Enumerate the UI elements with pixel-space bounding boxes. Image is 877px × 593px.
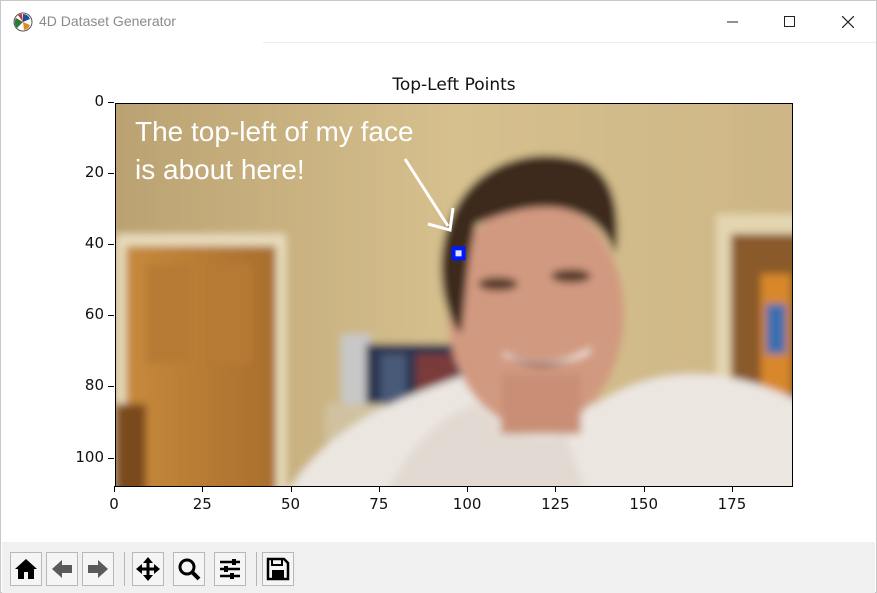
y-tick-mark: [108, 315, 114, 317]
forward-icon: [88, 560, 108, 578]
title-divider: [263, 42, 876, 43]
x-tick-label: 175: [717, 495, 747, 513]
y-tick-label: 100: [75, 447, 104, 466]
forward-button[interactable]: [82, 552, 114, 586]
annotation-arrow-head: [427, 207, 455, 232]
toolbar-separator: [256, 552, 257, 586]
save-icon: [266, 557, 290, 581]
close-button[interactable]: [819, 1, 877, 43]
x-tick-label: 100: [452, 495, 482, 513]
matplotlib-toolbar: [2, 542, 875, 593]
zoom-button[interactable]: [173, 552, 205, 586]
zoom-icon: [178, 558, 201, 581]
x-tick-label: 50: [281, 495, 301, 513]
window-title: 4D Dataset Generator: [39, 13, 176, 29]
save-button[interactable]: [262, 552, 294, 586]
annotation-line-2: is about here!: [135, 154, 305, 185]
y-tick-mark: [108, 173, 114, 175]
x-tick-mark: [378, 486, 380, 492]
home-button[interactable]: [10, 552, 42, 586]
y-tick-mark: [108, 457, 114, 459]
y-tick-label: 20: [84, 163, 104, 182]
x-tick-mark: [643, 486, 645, 492]
x-tick-mark: [114, 486, 115, 492]
pan-icon: [136, 557, 160, 581]
x-tick-mark: [467, 486, 469, 492]
y-tick-mark: [108, 102, 114, 103]
pan-button[interactable]: [132, 552, 164, 586]
annotation-text: The top-left of my face is about here!: [135, 113, 414, 189]
y-tick-label: 80: [84, 376, 104, 395]
back-button[interactable]: [46, 552, 78, 586]
app-logo-icon: [13, 12, 33, 32]
x-tick-mark: [731, 486, 733, 492]
x-tick-label: 150: [629, 495, 658, 513]
maximize-button[interactable]: [761, 1, 819, 43]
x-tick-mark: [202, 486, 204, 492]
toolbar-separator: [124, 552, 125, 586]
plot-title: Top-Left Points: [392, 75, 516, 95]
close-icon: [842, 16, 854, 28]
y-tick-mark: [108, 244, 114, 246]
x-tick-label: 125: [541, 495, 570, 513]
top-left-point-marker-center: [455, 250, 462, 257]
x-tick-label: 75: [369, 495, 389, 513]
x-tick-mark: [555, 486, 557, 492]
minimize-icon: [727, 21, 738, 23]
configure-icon: [220, 559, 240, 579]
maximize-icon: [784, 16, 795, 27]
annotation-line-1: The top-left of my face: [135, 116, 414, 147]
x-tick-label: 25: [192, 495, 212, 513]
minimize-button[interactable]: [704, 1, 762, 43]
back-icon: [52, 560, 72, 578]
x-tick-mark: [290, 486, 292, 492]
configure-subplots-button[interactable]: [214, 552, 246, 586]
y-tick-label: 0: [94, 92, 104, 110]
home-icon: [15, 559, 37, 579]
x-tick-label: 0: [109, 495, 119, 513]
title-bar: 4D Dataset Generator: [1, 1, 876, 43]
y-tick-label: 60: [84, 305, 104, 324]
y-tick-mark: [108, 386, 114, 388]
y-tick-label: 40: [84, 234, 104, 253]
